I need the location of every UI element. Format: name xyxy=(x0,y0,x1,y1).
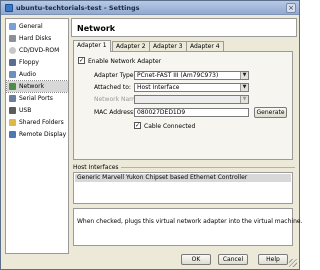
sidebar-item-label: Network xyxy=(19,83,45,90)
tab-adapter-3[interactable]: Adapter 3 xyxy=(149,41,187,51)
adapter-type-value: PCnet-FAST III (Am79C973) xyxy=(137,72,219,79)
sidebar-item-network[interactable]: Network xyxy=(6,80,69,93)
enable-adapter-checkbox[interactable]: ✓ xyxy=(78,57,85,64)
hard-disk-icon xyxy=(9,35,16,42)
list-item[interactable]: Generic Marvell Yukon Chipset based Ethe… xyxy=(75,174,291,182)
settings-category-list: General Hard Disks CD/DVD-ROM Floppy Aud… xyxy=(5,18,69,254)
sidebar-item-label: Floppy xyxy=(19,59,39,66)
sidebar-item-label: Audio xyxy=(19,71,37,78)
sidebar-item-hard-disks[interactable]: Hard Disks xyxy=(7,33,68,44)
virtualbox-icon xyxy=(5,4,13,12)
section-header: Network xyxy=(71,18,297,37)
settings-panel: Network Adapter 1 Adapter 2 Adapter 3 Ad… xyxy=(71,18,302,250)
help-button[interactable]: Help xyxy=(258,254,288,265)
window-title: ubuntu-techtorials-test - Settings xyxy=(16,4,140,12)
chevron-down-icon: ▼ xyxy=(240,96,248,103)
attached-to-value: Host Interface xyxy=(137,84,180,91)
adapter-tab-content: ✓ Enable Network Adapter Adapter Type: P… xyxy=(73,51,293,160)
page-title: Network xyxy=(77,24,116,33)
sidebar-item-cd-dvd-rom[interactable]: CD/DVD-ROM xyxy=(7,45,68,56)
section-divider xyxy=(121,167,295,168)
close-button[interactable]: × xyxy=(286,3,296,13)
settings-window: ubuntu-techtorials-test - Settings × Gen… xyxy=(0,0,302,270)
chevron-down-icon: ▼ xyxy=(240,84,248,91)
description-box: When checked, plugs this virtual network… xyxy=(73,208,302,246)
resize-grip[interactable] xyxy=(289,259,297,267)
host-interfaces-title: Host Interfaces xyxy=(73,164,119,171)
cd-rom-icon xyxy=(9,47,16,54)
tab-adapter-2[interactable]: Adapter 2 xyxy=(112,41,150,51)
network-name-select[interactable]: ▼ xyxy=(134,95,249,104)
usb-icon xyxy=(9,107,16,114)
general-icon xyxy=(9,23,16,30)
chevron-down-icon: ▼ xyxy=(240,72,248,79)
sidebar-item-label: Hard Disks xyxy=(19,35,52,42)
sidebar-item-label: Shared Folders xyxy=(19,119,64,126)
cable-connected-label: Cable Connected xyxy=(144,123,196,130)
sidebar-item-audio[interactable]: Audio xyxy=(7,69,68,80)
description-text: When checked, plugs this virtual network… xyxy=(77,218,303,225)
mac-address-input[interactable]: 080027DED1D9 xyxy=(134,108,249,117)
attached-to-select[interactable]: Host Interface ▼ xyxy=(134,83,249,92)
sidebar-item-serial-ports[interactable]: Serial Ports xyxy=(7,93,68,104)
host-interfaces-list[interactable]: Generic Marvell Yukon Chipset based Ethe… xyxy=(73,172,293,204)
remote-display-icon xyxy=(9,131,16,138)
sidebar-item-floppy[interactable]: Floppy xyxy=(7,57,68,68)
floppy-icon xyxy=(9,59,16,66)
tab-adapter-1[interactable]: Adapter 1 xyxy=(73,40,111,52)
sidebar-item-label: General xyxy=(19,23,43,30)
adapter-type-label: Adapter Type: xyxy=(94,72,136,79)
shared-folder-icon xyxy=(9,119,16,126)
tab-adapter-4[interactable]: Adapter 4 xyxy=(186,41,224,51)
sidebar-item-general[interactable]: General xyxy=(7,21,68,32)
adapter-type-select[interactable]: PCnet-FAST III (Am79C973) ▼ xyxy=(134,71,249,80)
sidebar-item-label: Remote Display xyxy=(19,131,67,138)
sidebar-item-label: USB xyxy=(19,107,32,114)
cancel-button[interactable]: Cancel xyxy=(218,254,248,265)
audio-icon xyxy=(9,71,16,78)
title-bar[interactable]: ubuntu-techtorials-test - Settings × xyxy=(1,1,299,15)
ok-button[interactable]: OK xyxy=(181,254,211,265)
cable-connected-checkbox[interactable]: ✓ xyxy=(134,122,141,129)
enable-adapter-label: Enable Network Adapter xyxy=(88,58,162,65)
sidebar-item-remote-display[interactable]: Remote Display xyxy=(7,129,68,140)
serial-port-icon xyxy=(9,95,16,102)
attached-to-label: Attached to: xyxy=(94,84,131,91)
sidebar-item-usb[interactable]: USB xyxy=(7,105,68,116)
sidebar-item-shared-folders[interactable]: Shared Folders xyxy=(7,117,68,128)
mac-address-label: MAC Address: xyxy=(94,109,136,116)
sidebar-item-label: Serial Ports xyxy=(19,95,53,102)
generate-mac-button[interactable]: Generate xyxy=(254,107,287,118)
network-icon xyxy=(9,83,16,90)
sidebar-item-label: CD/DVD-ROM xyxy=(19,47,60,54)
